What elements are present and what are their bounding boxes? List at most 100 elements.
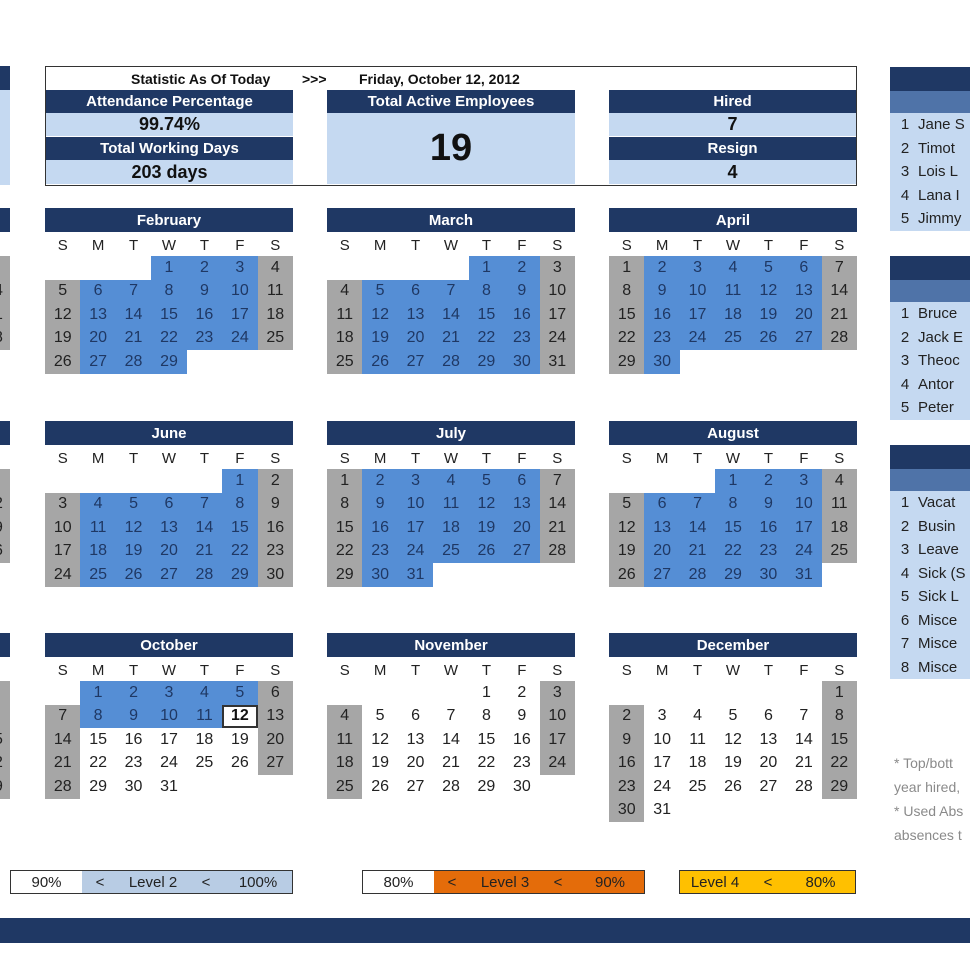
day-cell[interactable]: 23 bbox=[609, 775, 645, 799]
day-cell[interactable]: 11 bbox=[680, 728, 715, 752]
day-cell[interactable]: 5 bbox=[609, 492, 645, 516]
day-cell[interactable]: 12 bbox=[362, 728, 397, 752]
day-cell[interactable]: 23 bbox=[186, 326, 223, 350]
day-cell[interactable]: 3 bbox=[539, 681, 575, 705]
day-cell[interactable]: 27 bbox=[151, 563, 187, 587]
day-cell[interactable]: 24 bbox=[539, 326, 575, 350]
day-cell[interactable]: 17 bbox=[45, 539, 81, 563]
day-cell[interactable]: 20 bbox=[257, 728, 293, 752]
day-cell[interactable]: 7 bbox=[45, 704, 81, 728]
day-cell[interactable]: 14 bbox=[45, 728, 81, 752]
day-cell[interactable]: 14 bbox=[433, 303, 469, 327]
day-cell[interactable]: 1 bbox=[715, 469, 751, 493]
day-cell[interactable]: 7 bbox=[115, 279, 152, 303]
day-cell[interactable]: 18 bbox=[327, 326, 363, 350]
day-cell[interactable]: 25 bbox=[680, 775, 715, 799]
day-cell[interactable]: 1 bbox=[469, 681, 504, 705]
day-cell[interactable]: 15 bbox=[151, 303, 187, 327]
day-cell[interactable]: 30 bbox=[362, 563, 398, 587]
day-cell[interactable]: 20 bbox=[751, 752, 786, 776]
day-cell[interactable]: 10 bbox=[644, 728, 679, 752]
day-cell[interactable]: 31 bbox=[644, 799, 679, 823]
day-cell[interactable]: 1 bbox=[821, 681, 857, 705]
day-cell[interactable]: 13 bbox=[644, 516, 680, 540]
day-cell[interactable]: 16 bbox=[644, 303, 680, 327]
day-cell[interactable]: 8 bbox=[821, 704, 857, 728]
day-cell[interactable]: 12 bbox=[45, 303, 81, 327]
day-cell[interactable]: 12 bbox=[362, 303, 398, 327]
day-cell[interactable]: 19 bbox=[115, 539, 152, 563]
day-cell[interactable]: 4 bbox=[433, 469, 469, 493]
day-cell[interactable]: 31 bbox=[786, 563, 822, 587]
day-cell[interactable]: 27 bbox=[80, 350, 116, 374]
day-cell[interactable]: 2 bbox=[115, 681, 152, 705]
day-cell[interactable]: 7 bbox=[539, 469, 575, 493]
day-cell[interactable]: 4 bbox=[821, 469, 857, 493]
day-cell[interactable]: 11 bbox=[80, 516, 116, 540]
day-cell[interactable]: 15 bbox=[80, 728, 115, 752]
day-cell[interactable]: 2 bbox=[750, 469, 787, 493]
day-cell[interactable]: 24 bbox=[786, 539, 822, 563]
day-cell[interactable]: 9 bbox=[257, 492, 293, 516]
day-cell[interactable]: 13 bbox=[398, 728, 433, 752]
day-cell[interactable]: 27 bbox=[786, 326, 822, 350]
day-cell[interactable]: 20 bbox=[644, 539, 680, 563]
day-cell[interactable]: 31 bbox=[397, 563, 434, 587]
day-cell[interactable]: 24 bbox=[679, 326, 716, 350]
day-cell[interactable]: 2 bbox=[362, 469, 398, 493]
day-cell[interactable]: 3 bbox=[45, 492, 81, 516]
day-cell[interactable]: 13 bbox=[397, 303, 434, 327]
day-cell[interactable]: 26 bbox=[468, 539, 505, 563]
day-cell[interactable]: 7 bbox=[433, 279, 469, 303]
day-cell[interactable]: 1 bbox=[327, 469, 363, 493]
day-cell[interactable]: 9 bbox=[186, 279, 223, 303]
day-cell[interactable]: 6 bbox=[398, 705, 433, 729]
day-cell[interactable]: 14 bbox=[821, 279, 857, 303]
day-cell[interactable]: 28 bbox=[786, 775, 821, 799]
day-cell[interactable]: 1 bbox=[468, 256, 505, 280]
day-cell[interactable]: 19 bbox=[609, 539, 645, 563]
day-cell[interactable]: 26 bbox=[362, 350, 398, 374]
day-cell[interactable]: 25 bbox=[821, 539, 857, 563]
day-cell[interactable]: 30 bbox=[116, 775, 151, 799]
day-cell[interactable]: 30 bbox=[644, 350, 680, 374]
day-cell[interactable]: 31 bbox=[539, 350, 575, 374]
day-cell[interactable]: 17 bbox=[679, 303, 716, 327]
day-cell[interactable]: 27 bbox=[751, 775, 786, 799]
day-cell[interactable]: 10 bbox=[45, 516, 81, 540]
day-cell[interactable]: 22 bbox=[80, 752, 115, 776]
day-cell[interactable]: 26 bbox=[115, 563, 152, 587]
day-cell[interactable]: 4 bbox=[80, 492, 116, 516]
day-cell[interactable]: 16 bbox=[116, 728, 151, 752]
day-cell[interactable]: 21 bbox=[539, 516, 575, 540]
day-cell[interactable]: 22 bbox=[468, 326, 505, 350]
day-cell[interactable]: 13 bbox=[786, 279, 822, 303]
day-cell[interactable]: 23 bbox=[750, 539, 787, 563]
day-cell[interactable]: 29 bbox=[715, 563, 751, 587]
day-cell[interactable]: 29 bbox=[327, 563, 363, 587]
day-cell[interactable]: 27 bbox=[398, 775, 433, 799]
day-cell[interactable]: 13 bbox=[751, 728, 786, 752]
day-cell[interactable]: 22 bbox=[327, 539, 363, 563]
day-cell[interactable]: 15 bbox=[609, 303, 645, 327]
day-cell[interactable]: 2 bbox=[609, 704, 645, 728]
day-cell[interactable]: 30 bbox=[609, 798, 645, 822]
day-cell[interactable]: 20 bbox=[786, 303, 822, 327]
day-cell[interactable]: 29 bbox=[468, 350, 505, 374]
day-cell[interactable]: 18 bbox=[680, 752, 715, 776]
day-cell[interactable]: 23 bbox=[644, 326, 680, 350]
day-cell[interactable]: 3 bbox=[151, 681, 187, 705]
day-cell[interactable]: 15 bbox=[468, 303, 505, 327]
day-cell[interactable]: 18 bbox=[80, 539, 116, 563]
day-cell[interactable]: 7 bbox=[786, 705, 821, 729]
day-cell[interactable]: 28 bbox=[679, 563, 716, 587]
day-cell[interactable]: 10 bbox=[786, 492, 822, 516]
day-cell[interactable]: 4 bbox=[327, 704, 363, 728]
day-cell[interactable]: 21 bbox=[433, 752, 468, 776]
day-cell[interactable]: 12 bbox=[468, 492, 505, 516]
day-cell[interactable]: 3 bbox=[679, 256, 716, 280]
day-cell[interactable]: 9 bbox=[750, 492, 787, 516]
day-cell[interactable]: 13 bbox=[151, 516, 187, 540]
day-cell[interactable]: 29 bbox=[151, 350, 187, 374]
day-cell[interactable]: 11 bbox=[257, 279, 293, 303]
